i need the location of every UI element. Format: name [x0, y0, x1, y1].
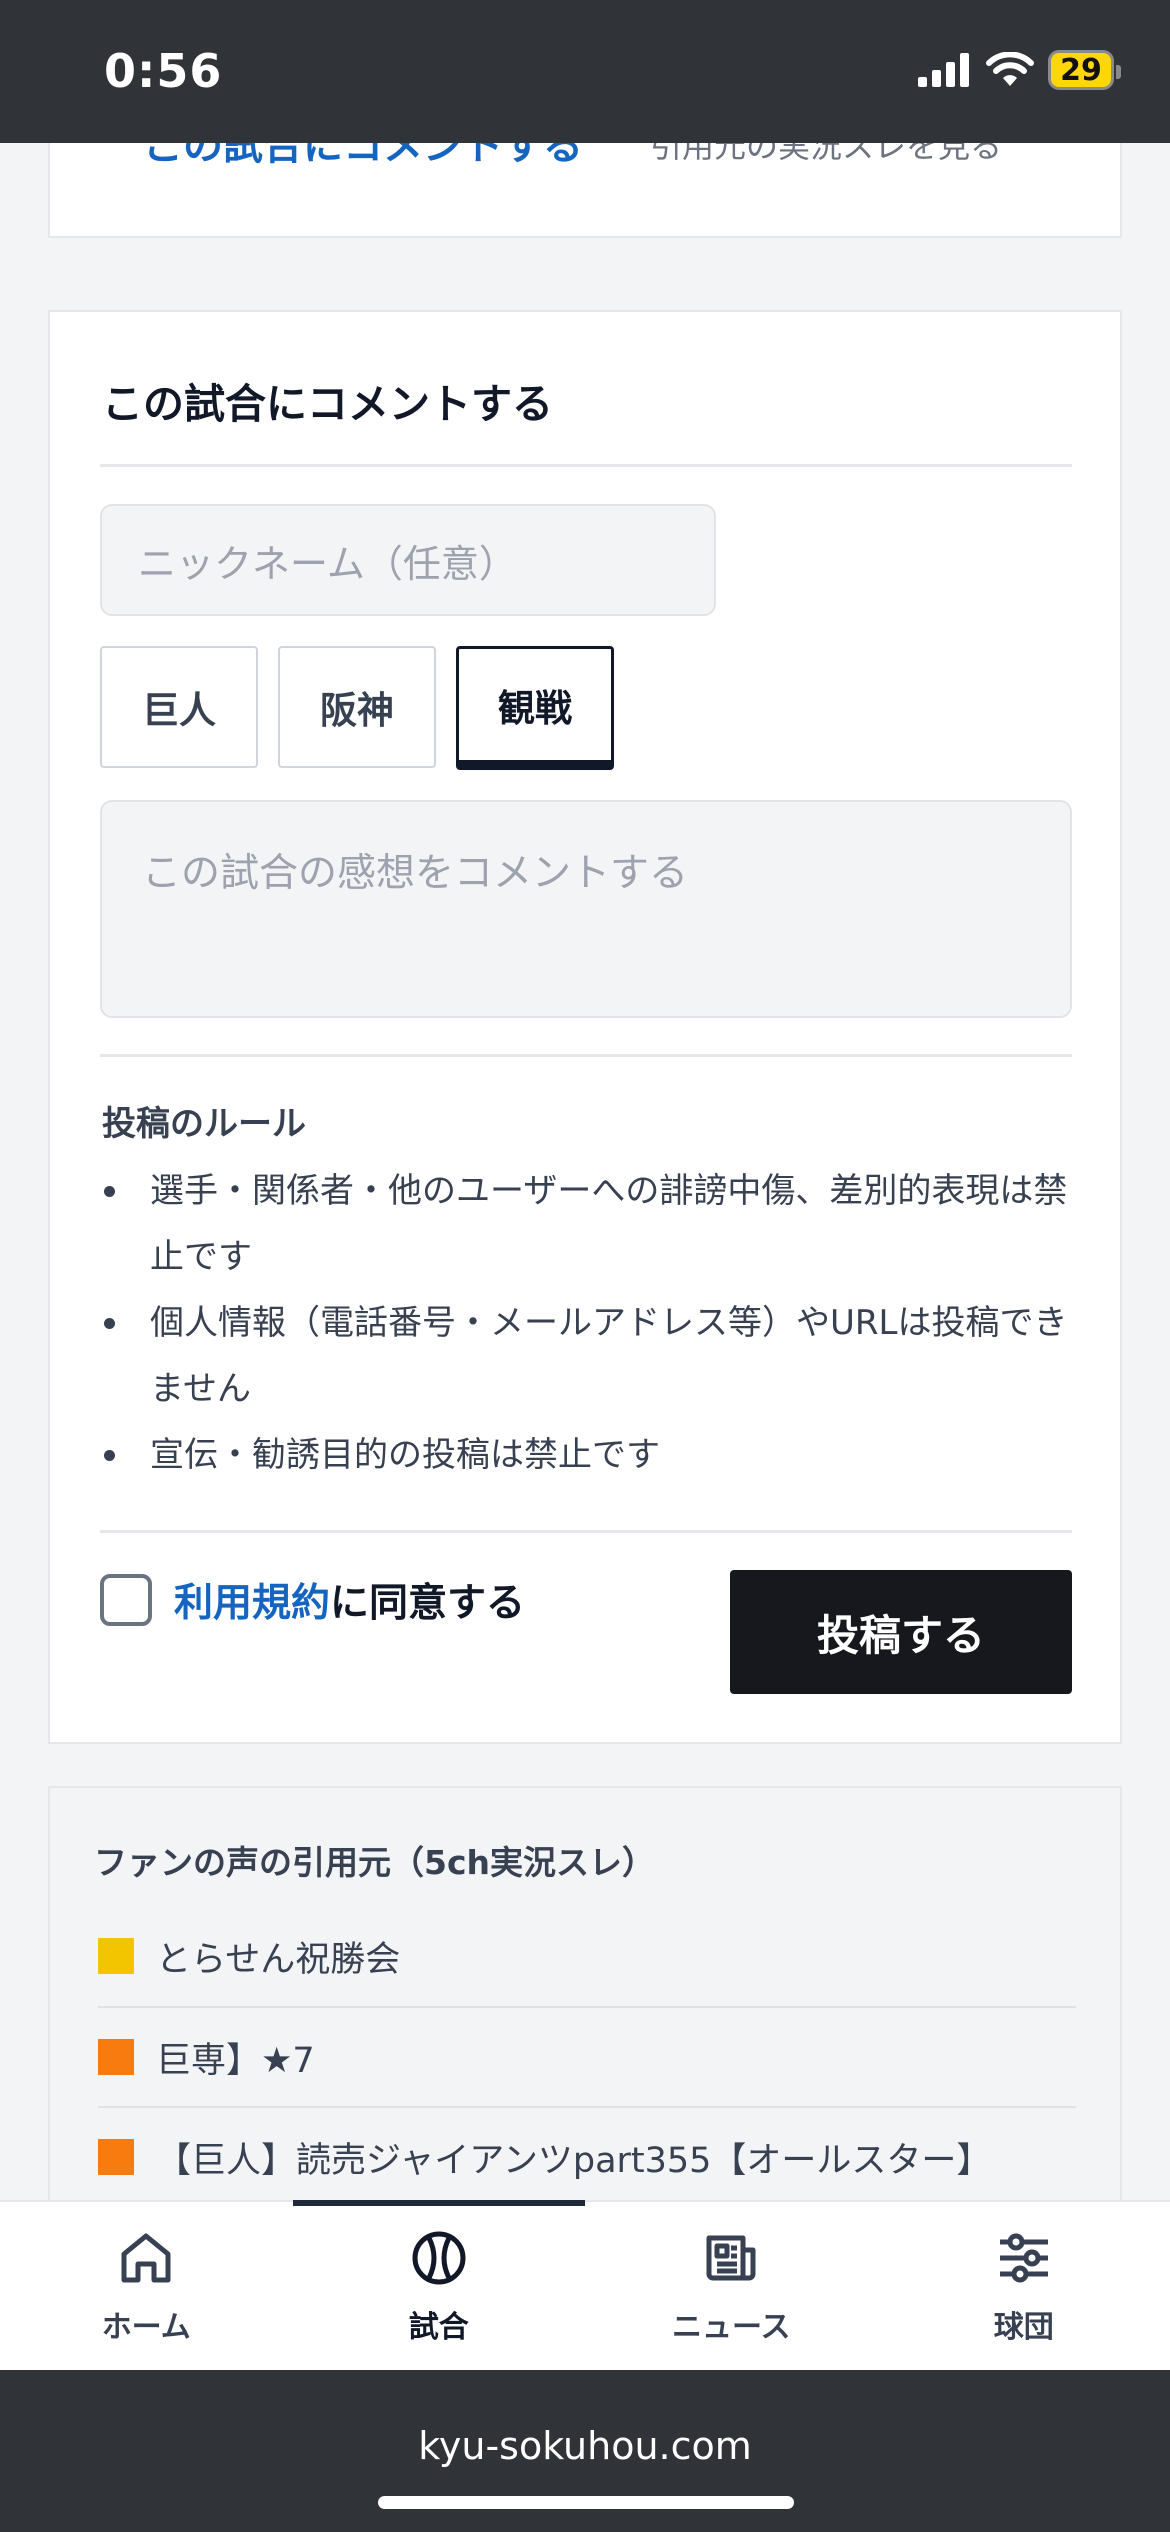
fan-voice-sources-card: ファンの声の引用元（5ch実況スレ） とらせん祝勝会 巨専】★7 【巨人】読売ジ…	[48, 1786, 1122, 2206]
team-icon	[999, 2233, 1048, 2283]
source-color-marker	[98, 2039, 134, 2075]
tab-label: 試合	[408, 2310, 469, 2345]
source-thread-link[interactable]: 引用元の実況スレを見る	[650, 143, 1002, 167]
source-label: 【巨人】読売ジャイアンツpart355【オールスター】	[156, 2140, 992, 2181]
divider	[100, 1530, 1072, 1533]
battery-indicator: 29	[1048, 50, 1121, 90]
terms-agree-suffix: に同意する	[330, 1581, 526, 1626]
nickname-input[interactable]: ニックネーム（任意）	[100, 504, 716, 616]
home-icon	[121, 2233, 171, 2283]
source-item[interactable]: 【巨人】読売ジャイアンツpart355【オールスター】	[98, 2106, 1076, 2206]
tab-label: ニュース	[672, 2310, 791, 2345]
status-icons: 29	[918, 50, 1121, 90]
comment-textarea[interactable]: この試合の感想をコメントする	[100, 800, 1072, 1018]
rules-title: 投稿のルール	[102, 1104, 306, 1144]
home-indicator[interactable]	[378, 2496, 794, 2509]
source-label: 巨専】★7	[156, 2040, 315, 2081]
comment-form-title: この試合にコメントする	[102, 380, 553, 428]
source-item[interactable]: とらせん祝勝会	[98, 1906, 1076, 2006]
comment-form-card: この試合にコメントする ニックネーム（任意） 巨人 阪神 観戦 この試合の感想を…	[48, 310, 1122, 1744]
rules-list: 選手・関係者・他のユーザーへの誹謗中傷、差別的表現は禁止です 個人情報（電話番号…	[100, 1158, 1100, 1488]
terms-label: 利用規約に同意する	[174, 1572, 525, 1628]
bottom-tab-bar: ホーム 試合 ニュース 球団	[0, 2200, 1170, 2370]
rule-item: 宣伝・勧誘目的の投稿は禁止です	[100, 1422, 1100, 1488]
source-item[interactable]: 巨専】★7	[98, 2006, 1076, 2106]
previous-card-fragment: この試合にコメントする 引用元の実況スレを見る	[48, 143, 1122, 238]
baseball-icon	[412, 2231, 466, 2285]
team-button-tigers[interactable]: 阪神	[278, 646, 436, 768]
terms-checkbox[interactable]	[100, 1574, 152, 1626]
divider	[100, 1054, 1072, 1057]
team-button-giants[interactable]: 巨人	[100, 646, 258, 768]
terms-agreement: 利用規約に同意する	[100, 1572, 525, 1628]
status-bar: 0:56 29	[0, 0, 1170, 143]
cellular-signal-icon	[918, 53, 969, 87]
newspaper-icon	[706, 2235, 756, 2281]
tab-home[interactable]: ホーム	[0, 2202, 293, 2370]
tab-games[interactable]: 試合	[292, 2200, 586, 2370]
source-color-marker	[98, 2139, 134, 2175]
comment-link[interactable]: この試合にコメントする	[143, 143, 583, 171]
divider	[100, 464, 1072, 467]
terms-link[interactable]: 利用規約	[174, 1581, 330, 1626]
rule-item: 個人情報（電話番号・メールアドレス等）やURLは投稿できません	[100, 1290, 1100, 1422]
wifi-icon	[986, 52, 1034, 86]
submit-button[interactable]: 投稿する	[730, 1570, 1072, 1694]
sources-title: ファンの声の引用元（5ch実況スレ）	[94, 1843, 656, 1882]
tab-news[interactable]: ニュース	[585, 2202, 878, 2370]
status-time: 0:56	[104, 44, 223, 98]
tab-teams[interactable]: 球団	[878, 2202, 1170, 2370]
rule-item: 選手・関係者・他のユーザーへの誹謗中傷、差別的表現は禁止です	[100, 1158, 1080, 1290]
tab-label: 球団	[993, 2310, 1054, 2345]
source-label: とらせん祝勝会	[156, 1939, 401, 1980]
url-text[interactable]: kyu-sokuhou.com	[0, 2424, 1170, 2468]
source-color-marker	[98, 1938, 134, 1974]
tab-label: ホーム	[101, 2310, 191, 2345]
team-button-spectator[interactable]: 観戦	[456, 646, 614, 770]
